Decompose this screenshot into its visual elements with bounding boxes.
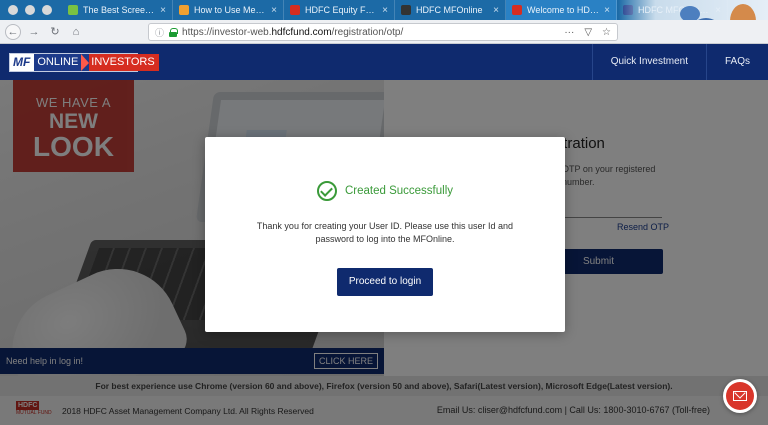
success-dialog: Created Successfully Thank you for creat… bbox=[205, 137, 565, 332]
tab-close-icon[interactable]: × bbox=[160, 5, 166, 16]
mfonline-logo[interactable]: MF ONLINE INVESTORS bbox=[9, 53, 159, 72]
home-icon[interactable]: ⌂ bbox=[68, 24, 84, 40]
tab-label: HDFC Equity Fund – D bbox=[305, 5, 377, 15]
chat-button-inner bbox=[726, 382, 754, 410]
nav-quick-investment[interactable]: Quick Investment bbox=[591, 44, 706, 80]
success-message: Thank you for creating your User ID. Ple… bbox=[256, 221, 514, 244]
logo-mf: MF bbox=[10, 54, 35, 71]
tab-close-icon[interactable]: × bbox=[715, 5, 721, 16]
proceed-to-login-button[interactable]: Proceed to login bbox=[337, 268, 433, 296]
zoom-window-button[interactable] bbox=[42, 5, 52, 15]
success-title: Created Successfully bbox=[344, 185, 454, 197]
window-controls bbox=[0, 5, 62, 15]
tab-label: Welcome to HDFC bbox=[527, 5, 600, 15]
nav-faqs[interactable]: FAQs bbox=[705, 44, 768, 80]
browser-tab[interactable]: HDFC MFOnline Das × bbox=[617, 0, 728, 20]
new-tab-button[interactable]: + bbox=[728, 2, 752, 18]
check-circle-icon bbox=[316, 181, 337, 201]
tab-close-icon[interactable]: × bbox=[271, 5, 277, 16]
tab-favicon-icon bbox=[179, 5, 189, 15]
browser-tab[interactable]: HDFC Equity Fund – D × bbox=[284, 0, 395, 20]
browser-tab[interactable]: The Best Screen Captu × bbox=[62, 0, 173, 20]
url-path: /registration/otp/ bbox=[331, 26, 404, 38]
reload-icon[interactable]: ↻ bbox=[47, 24, 63, 40]
logo-online: ONLINE bbox=[34, 54, 82, 71]
tab-close-icon[interactable]: × bbox=[382, 5, 388, 16]
lock-icon bbox=[169, 27, 179, 37]
info-icon[interactable]: ⓘ bbox=[155, 26, 164, 39]
logo-investors: INVESTORS bbox=[89, 54, 159, 71]
tab-label: HDFC MFOnline Das bbox=[638, 5, 710, 15]
tab-favicon-icon bbox=[290, 5, 300, 15]
tab-favicon-icon bbox=[623, 5, 633, 15]
browser-tab[interactable]: How to Use MeSum: A × bbox=[173, 0, 284, 20]
browser-tab-bar: The Best Screen Captu×How to Use MeSum: … bbox=[0, 0, 768, 20]
bookmark-star-icon[interactable]: ☆ bbox=[602, 27, 611, 38]
tab-strip: The Best Screen Captu×How to Use MeSum: … bbox=[62, 0, 728, 20]
chat-button[interactable] bbox=[723, 379, 757, 413]
tab-favicon-icon bbox=[401, 5, 411, 15]
header-nav: Quick Investment FAQs bbox=[591, 44, 768, 80]
tab-close-icon[interactable]: × bbox=[604, 5, 610, 16]
tab-label: HDFC MFOnline bbox=[416, 5, 483, 15]
page-actions-icon[interactable]: ··· bbox=[564, 27, 574, 38]
back-icon[interactable]: ← bbox=[5, 23, 21, 40]
tab-close-icon[interactable]: × bbox=[493, 5, 499, 16]
mail-icon bbox=[733, 391, 747, 401]
forward-icon[interactable]: → bbox=[26, 24, 42, 40]
tab-label: How to Use MeSum: A bbox=[194, 5, 267, 15]
tab-favicon-icon bbox=[512, 5, 522, 15]
pocket-icon[interactable]: ▽ bbox=[584, 27, 592, 38]
url-domain: hdfcfund.com bbox=[271, 26, 332, 38]
url-prefix: https://investor-web. bbox=[182, 26, 272, 38]
tab-favicon-icon bbox=[68, 5, 78, 15]
logo-arrow-icon bbox=[81, 54, 90, 71]
browser-toolbar: ← → ↻ ⌂ ⓘ https://investor-web. hdfcfund.… bbox=[0, 20, 768, 44]
close-window-button[interactable] bbox=[8, 5, 18, 15]
success-header: Created Successfully bbox=[205, 181, 565, 201]
site-header: MF ONLINE INVESTORS Quick Investment FAQ… bbox=[0, 44, 768, 80]
minimize-window-button[interactable] bbox=[25, 5, 35, 15]
tab-label: The Best Screen Captu bbox=[83, 5, 155, 15]
address-bar[interactable]: ⓘ https://investor-web. hdfcfund.com/regi… bbox=[148, 23, 618, 41]
browser-tab[interactable]: Welcome to HDFC × bbox=[506, 0, 617, 20]
browser-tab[interactable]: HDFC MFOnline × bbox=[395, 0, 506, 20]
